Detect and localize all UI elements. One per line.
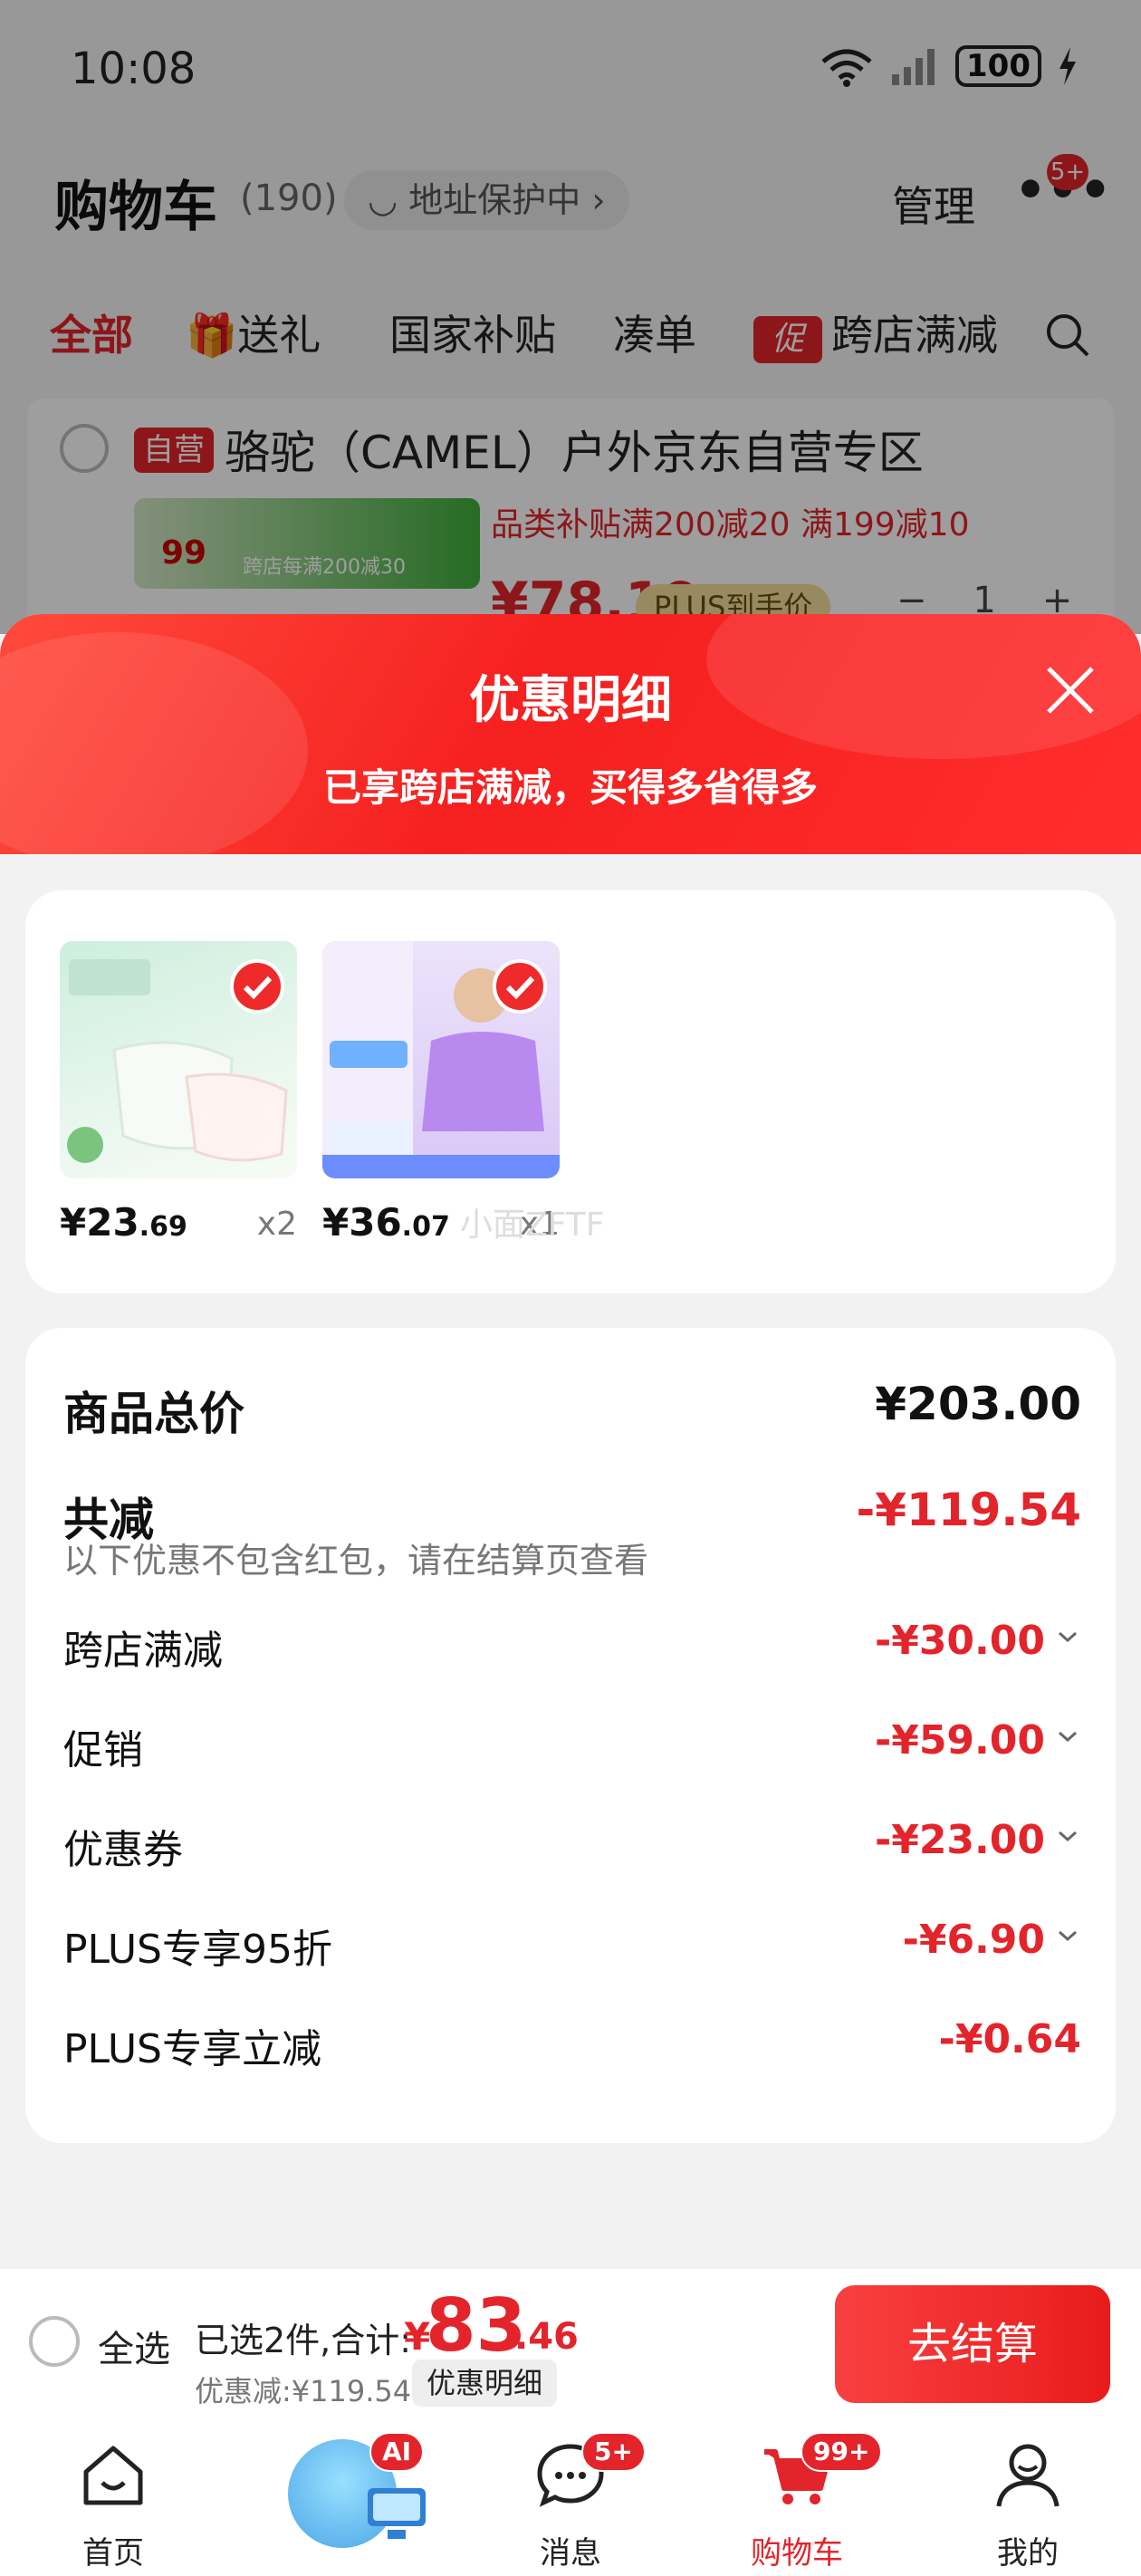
discount-value: -¥23.00 [874, 1817, 1045, 1863]
discount-detail-button[interactable]: 优惠明细 [412, 2360, 558, 2407]
discount-line[interactable]: 优惠券 -¥23.00 [63, 1817, 1081, 1889]
chevron-down-icon [1059, 1631, 1077, 1643]
select-all-radio[interactable] [29, 2316, 80, 2367]
item-quantity: x2 [256, 1206, 297, 1243]
nav-cart-label: 购物车 [751, 2535, 843, 2571]
discount-line: PLUS专享立减 -¥0.64 [63, 2016, 1081, 2089]
modal-overlay[interactable] [0, 0, 1141, 634]
item-price-dec: .07 [401, 1211, 450, 1243]
chevron-down-icon [1059, 1831, 1077, 1842]
discount-label: PLUS专享立减 [63, 2026, 321, 2072]
ai-badge: AI [369, 2432, 425, 2472]
price-summary-card: 商品总价 ¥203.00 共减 -¥119.54 以下优惠不包含红包，请在结算页… [25, 1328, 1116, 2143]
bottom-tab-bar: 首页 AI 5+ 消息 99+ 购物车 我的 [0, 2421, 1141, 2576]
item-price: ¥36.07 [322, 1200, 450, 1245]
total-price-row: 商品总价 ¥203.00 [63, 1378, 1081, 1450]
checkout-bar: 全选 已选2件,合计: ¥ 83 .46 优惠减:¥119.54 优惠明细 去结… [0, 2269, 1141, 2421]
discount-value: -¥6.90 [902, 1917, 1045, 1963]
watermark: 小面ZFTF [460, 1206, 605, 1244]
nav-cart[interactable]: 99+ 购物车 [706, 2421, 887, 2576]
item-image [322, 941, 560, 1178]
checkout-button[interactable]: 去结算 [835, 2285, 1110, 2403]
select-all-label[interactable]: 全选 [98, 2320, 170, 2372]
item-price-dec: .69 [139, 1211, 187, 1243]
nav-messages-label: 消息 [540, 2535, 601, 2571]
discount-detail-sheet: 优惠明细 已享跨店满减，买得多省得多 ¥23.69 x2 ¥36.07 x1 小… [0, 614, 1141, 2272]
discount-value: -¥30.00 [874, 1618, 1045, 1664]
discount-label: PLUS专享95折 [63, 1927, 332, 1973]
home-icon [83, 2446, 143, 2505]
chevron-down-icon [1059, 1731, 1077, 1743]
total-price-label: 商品总价 [63, 1388, 244, 1440]
item-price: ¥23.69 [60, 1200, 187, 1245]
nav-ai-assistant[interactable]: AI [254, 2421, 435, 2576]
cart-badge: 99+ [801, 2432, 883, 2472]
sheet-title: 优惠明细 [469, 671, 672, 730]
total-price-value: ¥203.00 [875, 1378, 1081, 1430]
discount-line[interactable]: PLUS专享95折 -¥6.90 [63, 1917, 1081, 1989]
item-checked-icon [493, 959, 547, 1014]
item-price-int: ¥36 [322, 1200, 402, 1245]
discount-line[interactable]: 促销 -¥59.00 [63, 1717, 1081, 1790]
reduction-note: 以下优惠不包含红包，请在结算页查看 [63, 1541, 649, 1581]
item-image [60, 941, 297, 1178]
discount-label: 跨店满减 [63, 1628, 223, 1674]
total-amount-decimal: .46 [514, 2316, 579, 2358]
messages-badge: 5+ [581, 2432, 646, 2472]
close-icon[interactable] [1040, 659, 1101, 721]
nav-messages[interactable]: 5+ 消息 [480, 2421, 661, 2576]
discount-value: -¥0.64 [938, 2016, 1081, 2062]
total-reduction-value: -¥119.54 [856, 1484, 1082, 1536]
selected-summary: 已选2件,合计: [195, 2321, 412, 2360]
discount-label: 促销 [63, 1727, 143, 1773]
total-amount-integer: 83 [426, 2283, 527, 2368]
item-price-int: ¥23 [60, 1200, 139, 1245]
nav-me-label: 我的 [997, 2535, 1059, 2571]
nav-home[interactable]: 首页 [23, 2421, 204, 2576]
saved-amount: 优惠减:¥119.54 [195, 2374, 412, 2408]
discount-value: -¥59.00 [874, 1717, 1045, 1764]
sheet-subtitle: 已享跨店满减，买得多省得多 [322, 765, 818, 810]
nav-home-label: 首页 [82, 2535, 144, 2571]
item-checked-icon [230, 959, 284, 1014]
discount-line[interactable]: 跨店满减 -¥30.00 [63, 1618, 1081, 1690]
chevron-down-icon [1059, 1930, 1077, 1942]
nav-me[interactable]: 我的 [937, 2421, 1118, 2576]
selected-items-card: ¥23.69 x2 ¥36.07 x1 小面ZFTF [25, 890, 1116, 1293]
discount-label: 优惠券 [63, 1827, 183, 1873]
sheet-header: 优惠明细 已享跨店满减，买得多省得多 [0, 614, 1141, 854]
user-icon [996, 2444, 1060, 2507]
